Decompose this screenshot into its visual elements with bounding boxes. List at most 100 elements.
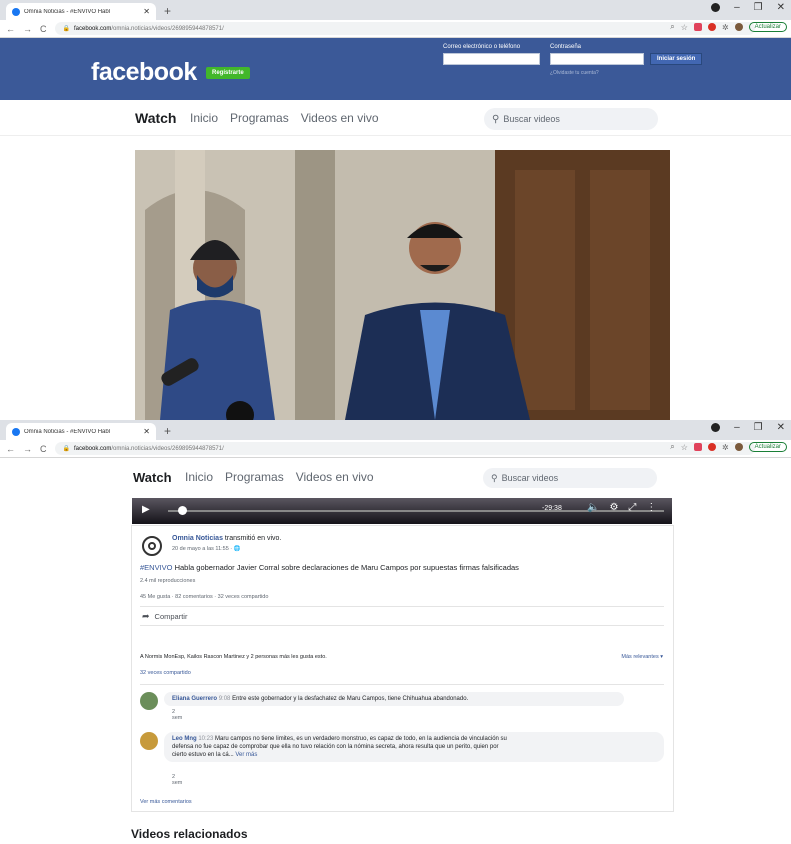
- avatar[interactable]: [140, 732, 158, 750]
- star-icon[interactable]: ☆: [681, 443, 688, 452]
- profile-icon[interactable]: [711, 3, 721, 12]
- settings-gear-icon[interactable]: ⚙: [609, 502, 618, 513]
- more-comments-link[interactable]: Ver más comentarios: [140, 799, 192, 805]
- close-window-icon[interactable]: ✕: [777, 2, 785, 13]
- puzzle-icon[interactable]: ✲: [722, 23, 729, 32]
- volume-icon[interactable]: 🔈: [587, 502, 599, 513]
- email-label: Correo electrónico o teléfono: [443, 44, 521, 50]
- page-name-link[interactable]: Omnia Noticias: [172, 535, 223, 542]
- extension-icon[interactable]: [707, 23, 716, 31]
- back-icon[interactable]: ←: [6, 24, 15, 34]
- comment-text: Maru campos no tiene limites, es un verd…: [215, 736, 507, 742]
- comment-text: Entre este gobernador y la desfachatez d…: [232, 696, 469, 702]
- tab-title: Omnia Noticias - #ENVIVO Habl: [24, 8, 111, 15]
- maximize-icon[interactable]: ❐: [754, 422, 763, 433]
- minimize-icon[interactable]: –: [734, 422, 740, 433]
- extension-icon[interactable]: [693, 23, 702, 31]
- star-icon[interactable]: ☆: [681, 23, 688, 32]
- nav-link-videos-en-vivo[interactable]: Videos en vivo: [301, 111, 379, 125]
- update-button[interactable]: Actualizar: [748, 22, 787, 32]
- search-placeholder: Buscar videos: [501, 473, 559, 483]
- divider: [140, 684, 664, 685]
- fullscreen-icon[interactable]: ⤢: [628, 502, 636, 513]
- update-button[interactable]: Actualizar: [748, 442, 787, 452]
- share-button[interactable]: Compartir: [155, 612, 188, 621]
- reload-icon[interactable]: C: [40, 444, 47, 454]
- password-field[interactable]: [550, 53, 644, 65]
- facebook-header: facebook Regístrarte Correo electrónico …: [0, 38, 791, 100]
- seek-handle[interactable]: [178, 506, 187, 515]
- hashtag-link[interactable]: #ENVIVO: [140, 563, 173, 572]
- signup-button[interactable]: Regístrarte: [206, 67, 250, 79]
- close-tab-icon[interactable]: ✕: [143, 7, 150, 16]
- reaction-counts[interactable]: 45 Me gusta · 82 comentarios · 32 veces …: [140, 594, 268, 600]
- page-avatar[interactable]: [142, 536, 162, 556]
- comment-author[interactable]: Leo Mng: [172, 736, 197, 742]
- new-tab-button[interactable]: +: [164, 4, 171, 18]
- avatar[interactable]: [140, 692, 158, 710]
- share-bar: ➦ Compartir: [140, 606, 664, 626]
- profile-icon[interactable]: [711, 423, 721, 432]
- search-input[interactable]: ⚲ Buscar videos: [484, 108, 658, 130]
- zoom-icon[interactable]: ⌕: [670, 442, 674, 452]
- new-tab-button[interactable]: +: [164, 424, 171, 438]
- email-field[interactable]: [443, 53, 540, 65]
- puzzle-icon[interactable]: ✲: [722, 443, 729, 452]
- facebook-logo[interactable]: facebook: [91, 58, 197, 87]
- nav-link-videos-en-vivo[interactable]: Videos en vivo: [296, 470, 374, 484]
- nav-link-inicio[interactable]: Inicio: [190, 111, 218, 125]
- maximize-icon[interactable]: ❐: [754, 2, 763, 13]
- password-label: Contraseña: [550, 44, 582, 50]
- address-bar-row: ← → C 🔒 facebook.com /omnia.noticias/vid…: [0, 20, 791, 38]
- close-window-icon[interactable]: ✕: [777, 422, 785, 433]
- nav-link-programas[interactable]: Programas: [230, 111, 289, 125]
- browser-window-bottom: Omnia Noticias - #ENVIVO Habl ✕ + – ❐ ✕ …: [0, 420, 791, 844]
- comment-time: 10:23: [198, 736, 214, 742]
- share-icon: ➦: [142, 610, 150, 621]
- nav-link-programas[interactable]: Programas: [225, 470, 284, 484]
- minimize-icon[interactable]: –: [734, 2, 740, 13]
- post-date[interactable]: 20 de mayo a las 11:55 ·: [172, 546, 234, 552]
- post-body: Habla gobernador Javier Corral sobre dec…: [172, 563, 519, 572]
- more-icon[interactable]: ⋮: [646, 502, 656, 513]
- lock-icon: 🔒: [62, 26, 70, 32]
- post-date-line: 20 de mayo a las 11:55 · 🌐: [172, 546, 241, 552]
- url-bar[interactable]: 🔒 facebook.com /omnia.noticias/videos/26…: [54, 442, 755, 455]
- back-icon[interactable]: ←: [6, 444, 15, 454]
- extension-icon[interactable]: [693, 443, 702, 451]
- avatar[interactable]: [734, 443, 743, 451]
- sort-comments-dropdown[interactable]: Más relevantes ▾: [621, 654, 663, 660]
- related-videos-heading: Videos relacionados: [131, 827, 248, 841]
- login-button[interactable]: Iniciar sesión: [650, 53, 703, 65]
- watch-title[interactable]: Watch: [133, 470, 172, 485]
- comment-text: defensa no fue capaz de comprobar que el…: [172, 744, 499, 750]
- reload-icon[interactable]: C: [40, 24, 47, 34]
- play-icon[interactable]: ▶: [142, 504, 150, 515]
- window-controls: – ❐ ✕: [711, 422, 785, 433]
- avatar[interactable]: [734, 23, 743, 31]
- forward-icon[interactable]: →: [23, 444, 32, 454]
- forward-icon[interactable]: →: [23, 24, 32, 34]
- search-input[interactable]: ⚲ Buscar videos: [483, 468, 657, 488]
- shares-link[interactable]: 32 veces compartido: [140, 670, 191, 676]
- close-tab-icon[interactable]: ✕: [143, 427, 150, 436]
- url-path: /omnia.noticias/videos/269895944878571/: [111, 25, 224, 32]
- forgot-account-link[interactable]: ¿Olvidaste tu cuenta?: [550, 70, 599, 76]
- browser-tab[interactable]: Omnia Noticias - #ENVIVO Habl ✕: [6, 423, 156, 440]
- extension-icon[interactable]: [707, 443, 716, 451]
- facebook-favicon-icon: [12, 7, 20, 16]
- browser-tab[interactable]: Omnia Noticias - #ENVIVO Habl ✕: [6, 3, 156, 20]
- nav-link-inicio[interactable]: Inicio: [185, 470, 213, 484]
- search-icon: ⚲: [491, 472, 498, 483]
- post-action: transmitió en vivo.: [224, 535, 282, 542]
- watch-title[interactable]: Watch: [135, 110, 176, 126]
- video-player[interactable]: [135, 150, 670, 420]
- watch-nav: Watch Inicio Programas Videos en vivo ⚲ …: [0, 100, 791, 136]
- globe-icon: 🌐: [233, 546, 241, 552]
- post-card: Omnia Noticias transmitió en vivo. 20 de…: [131, 525, 674, 812]
- likes-line[interactable]: A Normis MonEsp, Kailos Rascon Martinez …: [140, 654, 327, 660]
- see-more-link[interactable]: Ver más: [235, 752, 257, 758]
- url-bar[interactable]: 🔒 facebook.com /omnia.noticias/videos/26…: [54, 22, 755, 35]
- comment-author[interactable]: Eliana Guerrero: [172, 696, 217, 702]
- zoom-icon[interactable]: ⌕: [670, 22, 674, 32]
